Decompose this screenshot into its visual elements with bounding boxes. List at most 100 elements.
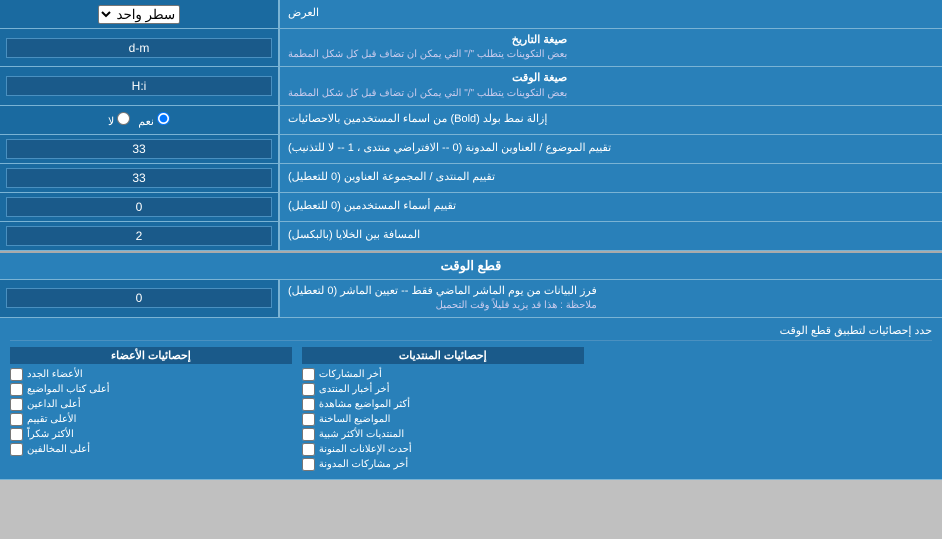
cell-spacing-text: المسافة بين الخلايا (بالبكسل) [288,228,420,243]
topics-sort-label: تقييم الموضوع / العناوين المدونة (0 -- ا… [280,135,942,163]
forum-sort-row: تقييم المنتدى / المجموعة العناوين (0 للت… [0,164,942,193]
member-stats-col-title: إحصائيات الأعضاء [10,347,292,364]
bold-remove-text: إزالة نمط بولد (Bold) من اسماء المستخدمي… [288,112,547,127]
stats-section: حدد إحصائيات لتطبيق قطع الوقت إحصائيات ا… [0,318,942,480]
topics-sort-input-cell [0,135,280,163]
bold-remove-radio-cell: نعم لا [0,106,280,134]
users-sort-text: تقييم أسماء المستخدمين (0 للتعطيل) [288,199,456,214]
stat-checkbox-4[interactable] [302,413,315,426]
main-container: العرض سطر واحد سطران ثلاثة أسطر صيغة الت… [0,0,942,480]
stat-item-5: المنتديات الأكثر شبية [302,428,584,441]
display-mode-select[interactable]: سطر واحد سطران ثلاثة أسطر [98,5,180,24]
page-title: العرض [288,6,319,21]
cell-spacing-row: المسافة بين الخلايا (بالبكسل) [0,222,942,251]
time-format-label: صيغة الوقت بعض التكوينات يتطلب "/" التي … [280,67,942,104]
stat-mem-item-2: أعلى كتاب المواضيع [10,383,292,396]
topics-sort-row: تقييم الموضوع / العناوين المدونة (0 -- ا… [0,135,942,164]
date-format-input-cell [0,29,280,66]
stat-item-7: أخر مشاركات المدونة [302,458,584,471]
header-row: العرض سطر واحد سطران ثلاثة أسطر [0,0,942,29]
time-format-title: صيغة الوقت [288,71,567,86]
cell-spacing-input-cell [0,222,280,250]
stat-label-3: أكثر المواضيع مشاهدة [319,399,410,410]
stat-mem-checkbox-6[interactable] [10,443,23,456]
stat-mem-label-4: الأعلى تقييم [27,414,76,425]
stat-checkbox-1[interactable] [302,368,315,381]
stat-label-4: المواضيع الساخنة [319,414,391,425]
stat-item-1: أخر المشاركات [302,368,584,381]
cutoff-input-cell [0,280,280,317]
stat-mem-item-4: الأعلى تقييم [10,413,292,426]
bold-remove-row: إزالة نمط بولد (Bold) من اسماء المستخدمي… [0,106,942,135]
time-format-row: صيغة الوقت بعض التكوينات يتطلب "/" التي … [0,67,942,105]
users-sort-input[interactable] [6,197,272,217]
time-format-input[interactable] [6,76,272,96]
stat-checkbox-6[interactable] [302,443,315,456]
forum-stats-col-title: إحصائيات المنتديات [302,347,584,364]
stat-mem-item-5: الأكثر شكراً [10,428,292,441]
bold-remove-label: إزالة نمط بولد (Bold) من اسماء المستخدمي… [280,106,942,134]
cutoff-main-text: فرز البيانات من يوم الماشر الماضي فقط --… [288,284,597,299]
users-sort-row: تقييم أسماء المستخدمين (0 للتعطيل) [0,193,942,222]
stat-mem-label-3: أعلى الداعين [27,399,81,410]
cutoff-input[interactable] [6,288,272,308]
stat-item-2: أخر أخبار المنتدى [302,383,584,396]
member-stats-col: إحصائيات الأعضاء الأعضاء الجدد أعلى كتاب… [10,347,292,473]
stats-title-text: حدد إحصائيات لتطبيق قطع الوقت [780,325,932,337]
stat-mem-item-6: أعلى المخالفين [10,443,292,456]
cutoff-title: قطع الوقت [441,258,502,273]
stat-mem-checkbox-5[interactable] [10,428,23,441]
users-sort-input-cell [0,193,280,221]
forum-sort-text: تقييم المنتدى / المجموعة العناوين (0 للت… [288,170,495,185]
date-format-input[interactable] [6,38,272,58]
radio-no-label: لا [108,112,130,128]
stat-label-1: أخر المشاركات [319,369,382,380]
stat-mem-item-3: أعلى الداعين [10,398,292,411]
stat-item-3: أكثر المواضيع مشاهدة [302,398,584,411]
time-format-note: بعض التكوينات يتطلب "/" التي يمكن ان تضا… [288,87,567,101]
stat-mem-label-6: أعلى المخالفين [27,444,90,455]
forum-sort-input-cell [0,164,280,192]
stats-columns: إحصائيات المنتديات أخر المشاركات أخر أخب… [10,347,932,473]
forum-sort-label: تقييم المنتدى / المجموعة العناوين (0 للت… [280,164,942,192]
users-sort-label: تقييم أسماء المستخدمين (0 للتعطيل) [280,193,942,221]
cutoff-note: ملاحظة : هذا قد يزيد قليلاً وقت التحميل [288,299,597,313]
date-format-row: صيغة التاريخ بعض التكوينات يتطلب "/" الت… [0,29,942,67]
topics-sort-text: تقييم الموضوع / العناوين المدونة (0 -- ا… [288,141,611,156]
time-format-input-cell [0,67,280,104]
stats-section-title: حدد إحصائيات لتطبيق قطع الوقت [10,324,932,341]
stat-item-4: المواضيع الساخنة [302,413,584,426]
stat-label-7: أخر مشاركات المدونة [319,459,408,470]
topics-sort-input[interactable] [6,139,272,159]
stat-mem-checkbox-3[interactable] [10,398,23,411]
forum-stats-col: إحصائيات المنتديات أخر المشاركات أخر أخب… [302,347,584,473]
title-label: العرض [280,0,942,28]
bold-remove-radio-group: نعم لا [100,112,178,128]
stat-mem-checkbox-4[interactable] [10,413,23,426]
forum-sort-input[interactable] [6,168,272,188]
stat-checkbox-5[interactable] [302,428,315,441]
cell-spacing-input[interactable] [6,226,272,246]
stat-mem-item-1: الأعضاء الجدد [10,368,292,381]
display-mode-cell: سطر واحد سطران ثلاثة أسطر [0,0,280,28]
stat-label-2: أخر أخبار المنتدى [319,384,390,395]
cutoff-label: فرز البيانات من يوم الماشر الماضي فقط --… [280,280,942,317]
date-format-title: صيغة التاريخ [288,33,567,48]
radio-yes[interactable] [157,112,170,125]
cutoff-row: فرز البيانات من يوم الماشر الماضي فقط --… [0,280,942,318]
stat-item-6: أحدث الإعلانات المنونة [302,443,584,456]
stat-checkbox-7[interactable] [302,458,315,471]
stat-label-5: المنتديات الأكثر شبية [319,429,404,440]
stat-mem-label-5: الأكثر شكراً [27,429,74,440]
stat-mem-checkbox-1[interactable] [10,368,23,381]
date-format-label: صيغة التاريخ بعض التكوينات يتطلب "/" الت… [280,29,942,66]
cell-spacing-label: المسافة بين الخلايا (بالبكسل) [280,222,942,250]
date-format-note: بعض التكوينات يتطلب "/" التي يمكن ان تضا… [288,48,567,62]
stat-label-6: أحدث الإعلانات المنونة [319,444,412,455]
stat-mem-checkbox-2[interactable] [10,383,23,396]
radio-no[interactable] [117,112,130,125]
stat-checkbox-3[interactable] [302,398,315,411]
stat-mem-label-1: الأعضاء الجدد [27,369,83,380]
stat-mem-label-2: أعلى كتاب المواضيع [27,384,110,395]
stat-checkbox-2[interactable] [302,383,315,396]
